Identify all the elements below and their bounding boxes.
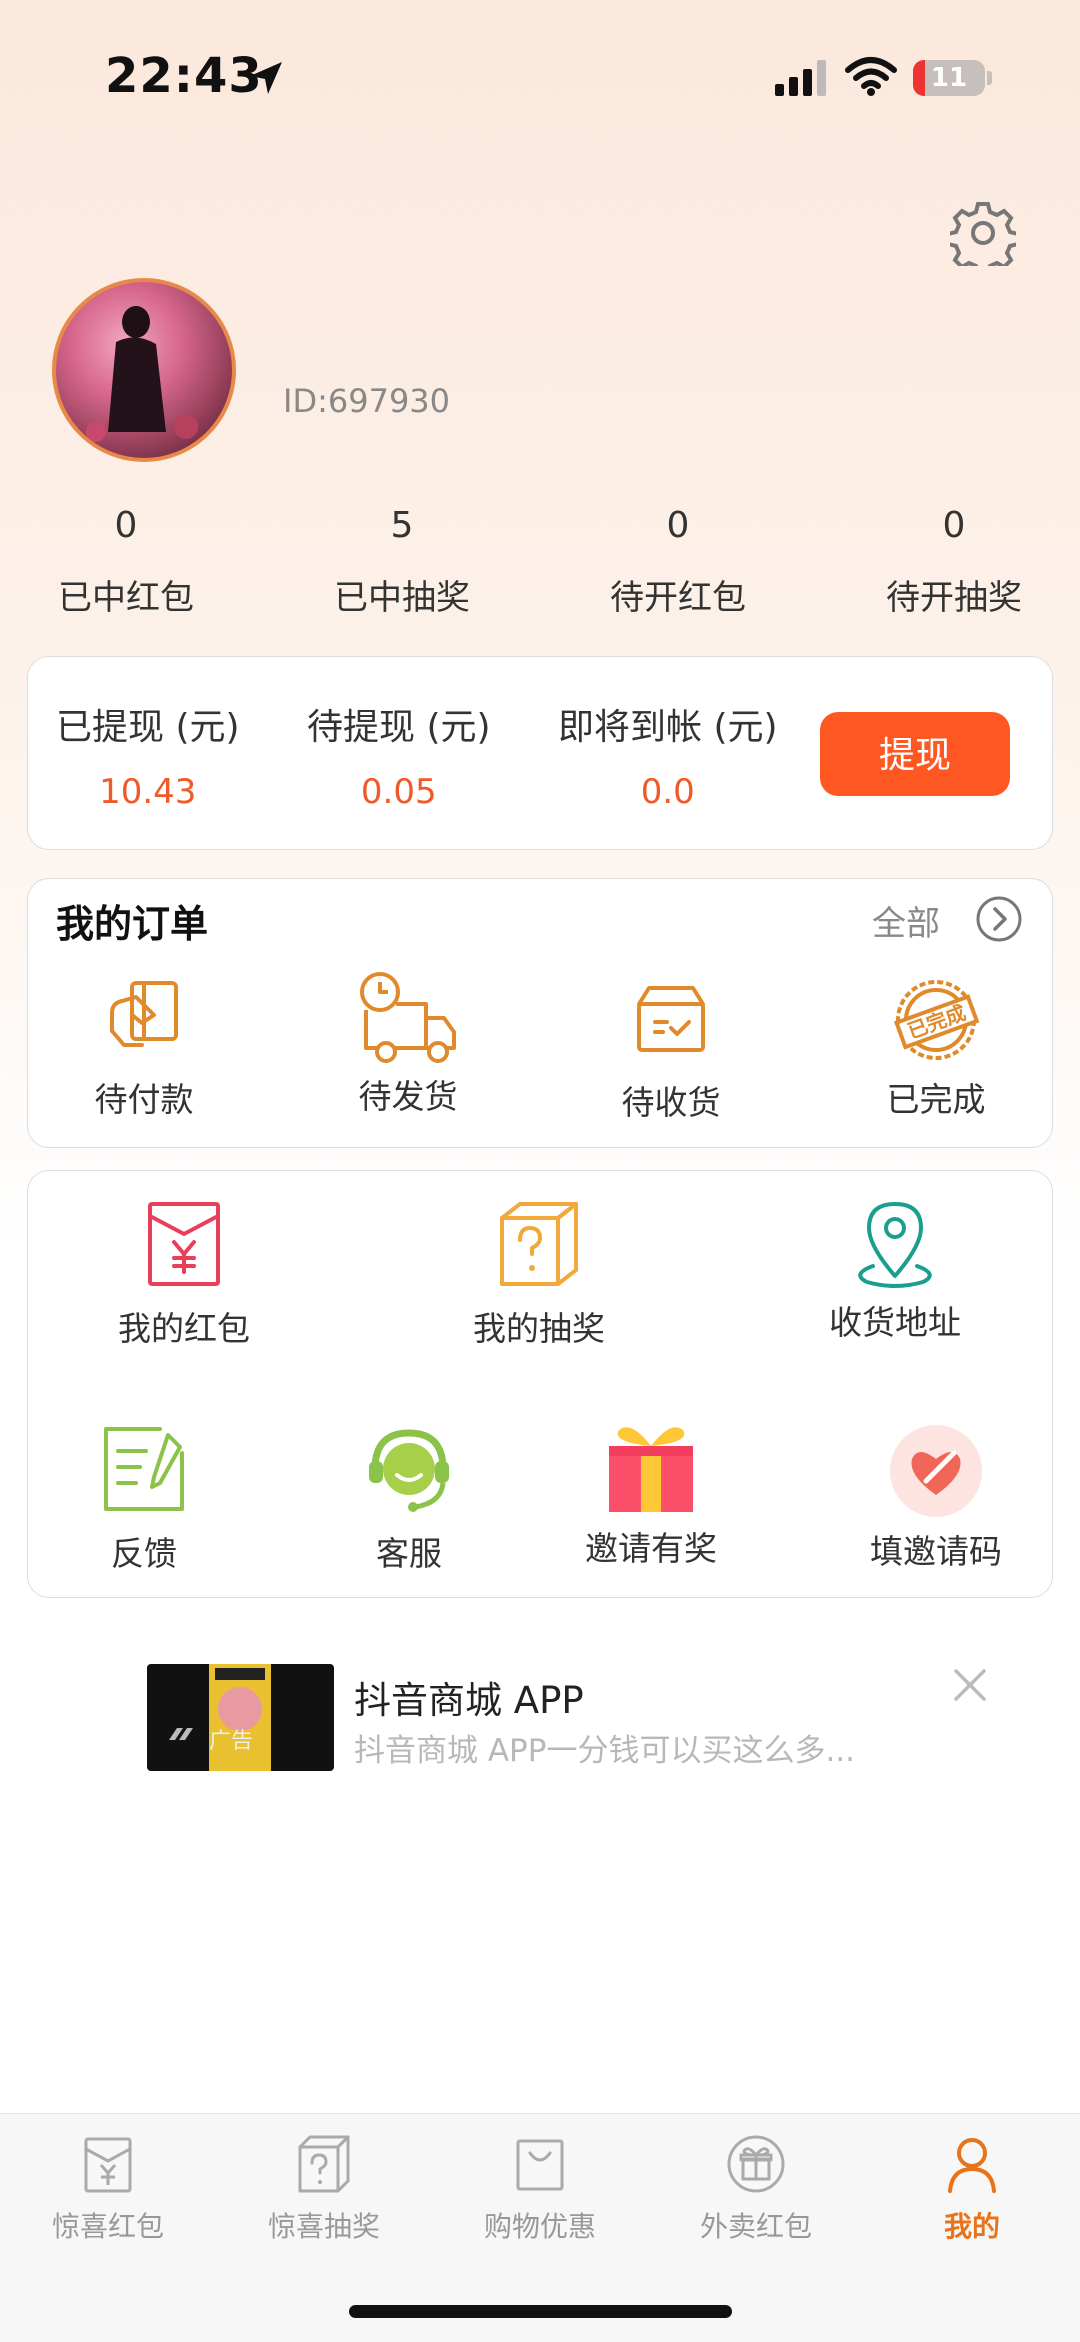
service-my-envelopes[interactable]: 我的红包: [104, 1200, 264, 1350]
feedback-note-icon: [104, 1427, 184, 1511]
tab-surprise-lottery[interactable]: 惊喜抽奖: [216, 2133, 432, 2245]
pending-amount: 待提现 (元) 0.05: [307, 698, 491, 812]
gift-icon: [609, 1427, 693, 1512]
order-label: 待收货: [621, 1083, 721, 1122]
service-label: 我的红包: [118, 1309, 250, 1348]
service-shipping-address[interactable]: 收货地址: [815, 1198, 975, 1344]
home-indicator[interactable]: [349, 2305, 732, 2318]
stat-label: 已中红包: [58, 578, 194, 618]
order-label: 已完成: [886, 1080, 986, 1119]
status-time: 22:43: [105, 48, 263, 104]
ad-title[interactable]: 抖音商城 APP: [354, 1670, 584, 1724]
order-pending-receipt[interactable]: 待收货: [601, 980, 741, 1124]
tab-surprise-envelope[interactable]: 惊喜红包: [0, 2133, 216, 2245]
orders-all-link[interactable]: 全部: [872, 896, 940, 945]
ad-thumbnail[interactable]: 广告: [147, 1664, 334, 1771]
stat-value: 0: [666, 505, 690, 546]
customer-service-icon: [369, 1429, 449, 1512]
tab-label: 外卖红包: [699, 2210, 812, 2243]
service-label: 邀请有奖: [585, 1529, 717, 1568]
order-pending-payment[interactable]: 待付款: [74, 975, 214, 1121]
stat-value: 0: [942, 505, 966, 546]
battery-level: 11: [930, 63, 968, 93]
order-pending-shipment[interactable]: 待发货: [338, 970, 478, 1118]
arriving-value: 0.0: [640, 772, 695, 812]
stat-label: 待开红包: [610, 578, 746, 618]
tab-label: 我的: [943, 2210, 1000, 2243]
avatar[interactable]: [52, 278, 236, 462]
stat-pending-envelopes[interactable]: 0 待开红包: [540, 505, 816, 619]
service-enter-invite-code[interactable]: 填邀请码: [866, 1425, 1006, 1573]
chevron-right-circle-icon[interactable]: [975, 895, 1023, 943]
stat-won-envelopes[interactable]: 0 已中红包: [0, 505, 264, 619]
tab-label: 惊喜红包: [51, 2210, 164, 2243]
close-icon[interactable]: [950, 1665, 990, 1705]
wifi-icon: [845, 57, 897, 96]
red-envelope-icon: [148, 1202, 220, 1286]
orders-title: 我的订单: [56, 902, 209, 946]
arriving-label: 即将到帐 (元): [558, 707, 778, 748]
stat-label: 已中抽奖: [334, 578, 470, 618]
mystery-box-icon: [500, 1202, 578, 1286]
service-label: 填邀请码: [870, 1532, 1002, 1571]
gift-circle-tab-icon: [727, 2135, 785, 2193]
ad-badge: 广告: [209, 1729, 253, 1754]
order-completed[interactable]: 已完成 已完成: [866, 975, 1006, 1121]
envelope-tab-icon: [84, 2137, 132, 2193]
box-tab-icon: [298, 2135, 350, 2193]
pending-label: 待提现 (元): [307, 707, 491, 748]
battery-indicator: 11: [913, 60, 985, 96]
bag-tab-icon: [516, 2139, 564, 2191]
completed-stamp-icon: 已完成: [893, 980, 980, 1060]
withdrawn-value: 10.43: [99, 772, 197, 812]
ad-image: 广告: [169, 1664, 271, 1771]
service-label: 我的抽奖: [473, 1309, 605, 1348]
order-label: 待发货: [358, 1077, 458, 1116]
tab-shopping-deals[interactable]: 购物优惠: [432, 2133, 648, 2245]
withdraw-button[interactable]: 提现: [820, 712, 1010, 796]
tab-label: 惊喜抽奖: [267, 2210, 380, 2243]
tab-label: 购物优惠: [483, 2210, 596, 2243]
location-pin-icon: [858, 1202, 932, 1288]
service-label: 收货地址: [829, 1303, 961, 1342]
user-tab-icon: [948, 2138, 996, 2193]
location-arrow-icon: [250, 62, 282, 94]
order-label: 待付款: [94, 1080, 194, 1119]
pending-value: 0.05: [360, 772, 437, 812]
service-feedback[interactable]: 反馈: [74, 1425, 214, 1575]
stat-value: 5: [390, 505, 414, 546]
stat-label: 待开抽奖: [886, 578, 1022, 618]
withdrawn-amount: 已提现 (元) 10.43: [56, 698, 240, 812]
ad-description[interactable]: 抖音商城 APP一分钱可以买这么多...: [354, 1725, 855, 1770]
stat-value: 0: [114, 505, 138, 546]
delivery-truck-icon: [360, 972, 456, 1063]
service-my-lottery[interactable]: 我的抽奖: [459, 1200, 619, 1350]
user-id: ID:697930: [283, 382, 451, 420]
tab-takeout-envelope[interactable]: 外卖红包: [648, 2133, 864, 2245]
stat-won-lottery[interactable]: 5 已中抽奖: [264, 505, 540, 619]
service-label: 客服: [376, 1534, 442, 1573]
cellular-signal-icon: [775, 60, 826, 96]
card-hand-icon: [110, 981, 178, 1047]
parcel-box-icon: [637, 986, 705, 1052]
tab-me[interactable]: 我的: [864, 2133, 1080, 2245]
stat-pending-lottery[interactable]: 0 待开抽奖: [816, 505, 1080, 619]
service-label: 反馈: [111, 1534, 177, 1573]
avatar-image: [86, 306, 198, 442]
arriving-amount: 即将到帐 (元) 0.0: [558, 698, 778, 812]
heart-pen-icon: [890, 1425, 982, 1517]
withdrawn-label: 已提现 (元): [56, 707, 240, 748]
settings-gear-icon[interactable]: [950, 200, 1016, 266]
service-invite-reward[interactable]: 邀请有奖: [571, 1420, 731, 1570]
service-customer-support[interactable]: 客服: [339, 1425, 479, 1575]
